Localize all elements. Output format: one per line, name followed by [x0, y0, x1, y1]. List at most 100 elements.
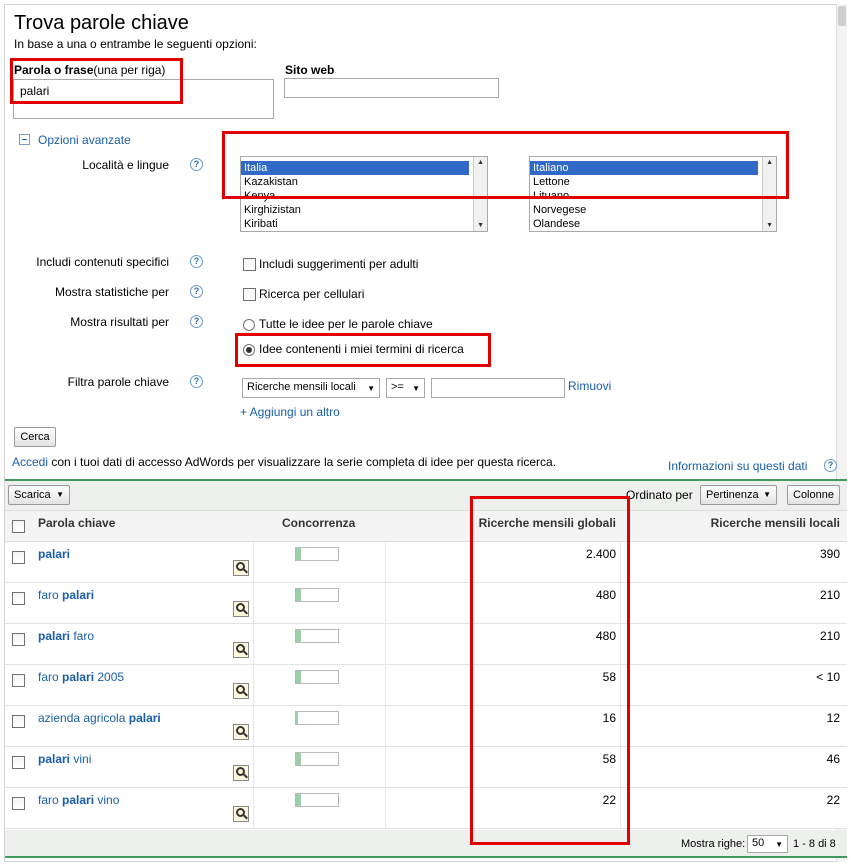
keyword-bold: palari: [38, 629, 71, 643]
keyword-bold: palari: [62, 588, 95, 602]
highlight-global-column: [470, 496, 630, 845]
keyword-link[interactable]: palari: [38, 547, 70, 561]
table-row: palari faro 480 210: [5, 624, 847, 665]
local-searches: 22: [826, 793, 840, 807]
keyword-link[interactable]: palari faro: [38, 629, 94, 643]
mobile-checkbox[interactable]: [243, 288, 256, 301]
filter-field-select[interactable]: Ricerche mensili locali ▼: [242, 378, 380, 398]
dropdown-arrow-icon: ▼: [775, 840, 783, 849]
row-checkbox[interactable]: [12, 674, 25, 687]
local-searches: 12: [826, 711, 840, 725]
table-row: faro palari 2005 58 < 10: [5, 665, 847, 706]
scrollbar-thumb[interactable]: [838, 6, 846, 26]
competition-bar: [295, 547, 339, 561]
adult-checkbox[interactable]: [243, 258, 256, 271]
keyword-pre: faro: [38, 793, 63, 807]
column-divider: [253, 542, 254, 582]
magnifier-icon[interactable]: [233, 683, 249, 699]
help-icon[interactable]: ?: [190, 158, 203, 171]
website-label: Sito web: [285, 63, 335, 77]
mobile-checkbox-label: Ricerca per cellulari: [259, 287, 365, 301]
column-divider: [385, 542, 386, 582]
keyword-post: faro: [70, 629, 95, 643]
info-data-link[interactable]: Informazioni su questi dati: [668, 459, 807, 473]
includi-label: Includi contenuti specifici: [36, 255, 169, 269]
row-checkbox[interactable]: [12, 633, 25, 646]
row-checkbox[interactable]: [12, 756, 25, 769]
help-icon[interactable]: ?: [190, 315, 203, 328]
country-option[interactable]: Kirghizistan: [241, 203, 487, 217]
magnifier-icon[interactable]: [233, 806, 249, 822]
keyword-link[interactable]: faro palari: [38, 588, 94, 602]
select-all-checkbox[interactable]: [12, 520, 25, 533]
competition-bar: [295, 588, 339, 602]
magnifier-icon[interactable]: [233, 601, 249, 617]
help-icon[interactable]: ?: [190, 375, 203, 388]
signin-link[interactable]: Accedi: [12, 455, 48, 469]
column-divider: [385, 583, 386, 623]
column-divider: [385, 706, 386, 746]
country-option[interactable]: Kiribati: [241, 217, 487, 231]
keyword-bold: palari: [128, 711, 161, 725]
column-header-local[interactable]: Ricerche mensili locali: [620, 516, 840, 530]
adult-checkbox-label: Includi suggerimenti per adulti: [259, 257, 419, 271]
keyword-bold: palari: [38, 547, 71, 561]
local-searches: < 10: [816, 670, 840, 684]
dropdown-arrow-icon: ▼: [412, 384, 420, 393]
sorted-by-label: Ordinato per: [626, 488, 693, 502]
download-button[interactable]: Scarica ▼: [8, 485, 70, 505]
help-icon[interactable]: ?: [824, 459, 837, 472]
filter-operator-select[interactable]: >= ▼: [386, 378, 425, 398]
rows-per-page-select[interactable]: 50 ▼: [747, 835, 788, 853]
columns-button[interactable]: Colonne: [787, 485, 840, 505]
scroll-down-icon[interactable]: ▼: [477, 222, 484, 229]
scroll-down-icon[interactable]: ▼: [766, 222, 773, 229]
sort-select[interactable]: Pertinenza ▼: [700, 485, 777, 505]
column-divider: [385, 624, 386, 664]
competition-fill: [296, 794, 302, 806]
competition-fill: [296, 712, 299, 724]
filter-value-input[interactable]: [431, 378, 565, 398]
magnifier-icon[interactable]: [233, 724, 249, 740]
competition-fill: [296, 671, 302, 683]
keyword-link[interactable]: faro palari 2005: [38, 670, 124, 684]
row-checkbox[interactable]: [12, 551, 25, 564]
keyword-link[interactable]: faro palari vino: [38, 793, 119, 807]
advanced-options-toggle[interactable]: Opzioni avanzate: [38, 133, 131, 147]
signin-text: con i tuoi dati di accesso AdWords per v…: [48, 455, 557, 469]
competition-fill: [296, 753, 302, 765]
statistiche-label: Mostra statistiche per: [54, 285, 169, 299]
competition-fill: [296, 589, 302, 601]
sort-value: Pertinenza: [706, 489, 759, 501]
all-ideas-radio[interactable]: [243, 319, 255, 331]
keyword-pre: faro: [38, 670, 63, 684]
download-label: Scarica: [14, 489, 51, 501]
keyword-link[interactable]: palari vini: [38, 752, 91, 766]
website-input[interactable]: [284, 78, 499, 98]
table-row: palari vini 58 46: [5, 747, 847, 788]
localita-label: Località e lingue: [82, 158, 169, 172]
add-filter-link[interactable]: + Aggiungi un altro: [240, 405, 340, 419]
highlight-results-option: [235, 333, 491, 367]
magnifier-icon[interactable]: [233, 642, 249, 658]
remove-filter-link[interactable]: Rimuovi: [568, 379, 611, 393]
keyword-post: vini: [70, 752, 92, 766]
page-subtitle: In base a una o entrambe le seguenti opz…: [14, 37, 257, 51]
competition-bar: [295, 670, 339, 684]
language-option[interactable]: Norvegese: [530, 203, 776, 217]
row-checkbox[interactable]: [12, 797, 25, 810]
search-button[interactable]: Cerca: [14, 427, 56, 447]
keyword-post: vino: [94, 793, 120, 807]
collapse-icon[interactable]: [19, 134, 30, 145]
help-icon[interactable]: ?: [190, 285, 203, 298]
keyword-link[interactable]: azienda agricola palari: [38, 711, 161, 725]
row-checkbox[interactable]: [12, 592, 25, 605]
row-checkbox[interactable]: [12, 715, 25, 728]
language-option[interactable]: Olandese: [530, 217, 776, 231]
column-header-keyword[interactable]: Parola chiave: [38, 516, 115, 530]
help-icon[interactable]: ?: [190, 255, 203, 268]
table-row: faro palari 480 210: [5, 583, 847, 624]
magnifier-icon[interactable]: [233, 560, 249, 576]
column-header-competition[interactable]: Concorrenza: [282, 516, 355, 530]
magnifier-icon[interactable]: [233, 765, 249, 781]
